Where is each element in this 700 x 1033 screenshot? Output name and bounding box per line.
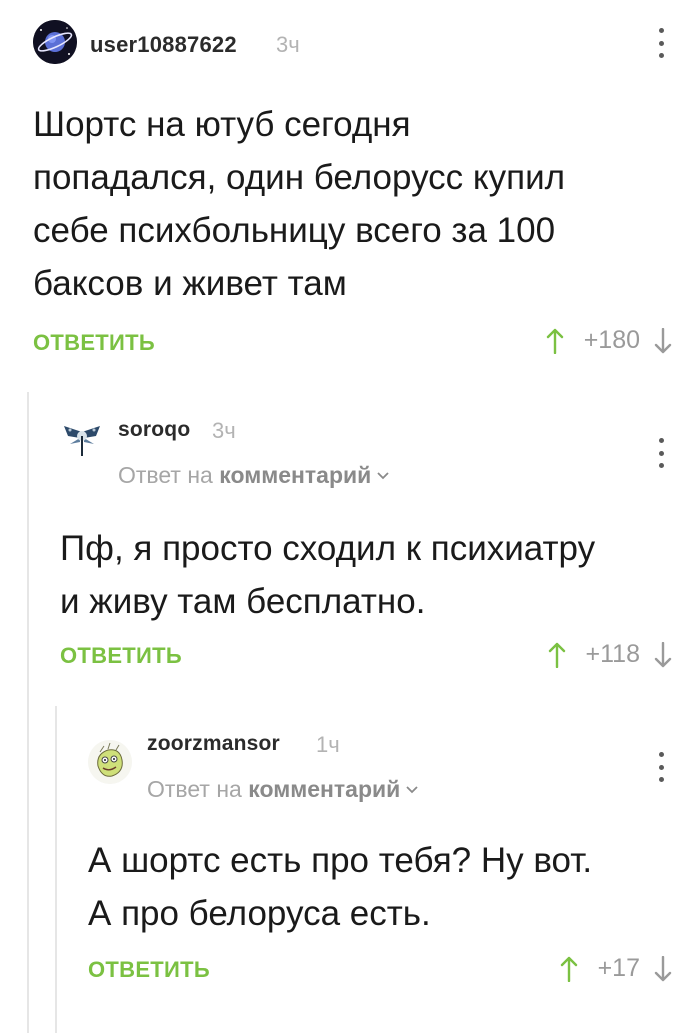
reply-to-target[interactable]: комментарий <box>248 776 400 802</box>
avatar[interactable] <box>33 20 77 64</box>
chevron-down-icon[interactable] <box>406 786 418 794</box>
chevron-down-icon[interactable] <box>377 472 389 480</box>
reply-to-target[interactable]: комментарий <box>219 462 371 488</box>
reply-to[interactable]: Ответ на комментарий <box>118 462 389 489</box>
more-vertical-icon[interactable] <box>655 752 667 782</box>
comment: zoorzmansor 1ч Ответ на комментарий А шо… <box>0 706 700 1033</box>
vote-controls: +17 <box>560 954 672 983</box>
moth-avatar-icon <box>64 426 100 456</box>
comment-line: и живу там бесплатно. <box>60 582 426 621</box>
reply-button[interactable]: ОТВЕТИТЬ <box>33 330 155 356</box>
arrow-down-icon[interactable] <box>654 327 672 354</box>
more-vertical-icon[interactable] <box>655 438 667 468</box>
arrow-down-icon[interactable] <box>654 955 672 982</box>
reply-to[interactable]: Ответ на комментарий <box>147 776 418 803</box>
reply-button[interactable]: ОТВЕТИТЬ <box>60 643 182 669</box>
comment-line: А про белоруса есть. <box>88 894 431 933</box>
avatar[interactable] <box>88 740 132 784</box>
timestamp: 1ч <box>316 732 340 757</box>
arrow-down-icon[interactable] <box>654 641 672 668</box>
timestamp: 3ч <box>212 418 236 443</box>
arrow-up-icon[interactable] <box>548 642 566 668</box>
username[interactable]: soroqo <box>118 418 190 442</box>
score: +118 <box>585 640 640 668</box>
timestamp: 3ч <box>276 32 300 57</box>
comment-line: попадался, один белорусс купил <box>33 158 566 197</box>
reply-button[interactable]: ОТВЕТИТЬ <box>88 957 210 983</box>
avatar[interactable] <box>60 414 104 458</box>
comment-line: А шортс есть про тебя? Ну вот. <box>88 841 593 880</box>
cartoon-face-avatar-icon <box>88 740 132 784</box>
comment-body: Шортс на ютуб сегодня попадался, один бе… <box>33 98 565 310</box>
more-vertical-icon[interactable] <box>655 28 667 58</box>
comment-line: баксов и живет там <box>33 264 347 303</box>
arrow-up-icon[interactable] <box>546 328 564 354</box>
username[interactable]: user10887622 <box>90 32 237 58</box>
comment: user10887622 3ч Шортс на ютуб сегодня по… <box>0 0 700 390</box>
score: +17 <box>597 954 640 982</box>
vote-controls: +118 <box>548 640 672 669</box>
score: +180 <box>583 326 640 354</box>
username[interactable]: zoorzmansor <box>147 732 280 756</box>
vote-controls: +180 <box>546 326 672 355</box>
comment: soroqo 3ч Ответ на комментарий Пф, я про… <box>0 392 700 706</box>
comment-line: себе психбольницу всего за 100 <box>33 211 556 250</box>
comment-line: Шортс на ютуб сегодня <box>33 105 411 144</box>
comment-body: А шортс есть про тебя? Ну вот. А про бел… <box>88 834 592 940</box>
reply-to-prefix: Ответ на <box>118 462 213 488</box>
reply-to-prefix: Ответ на <box>147 776 242 802</box>
arrow-up-icon[interactable] <box>560 956 578 982</box>
planet-avatar-icon <box>33 20 77 64</box>
comment-line: Пф, я просто сходил к психиатру <box>60 529 596 568</box>
comment-body: Пф, я просто сходил к психиатру и живу т… <box>60 522 595 628</box>
